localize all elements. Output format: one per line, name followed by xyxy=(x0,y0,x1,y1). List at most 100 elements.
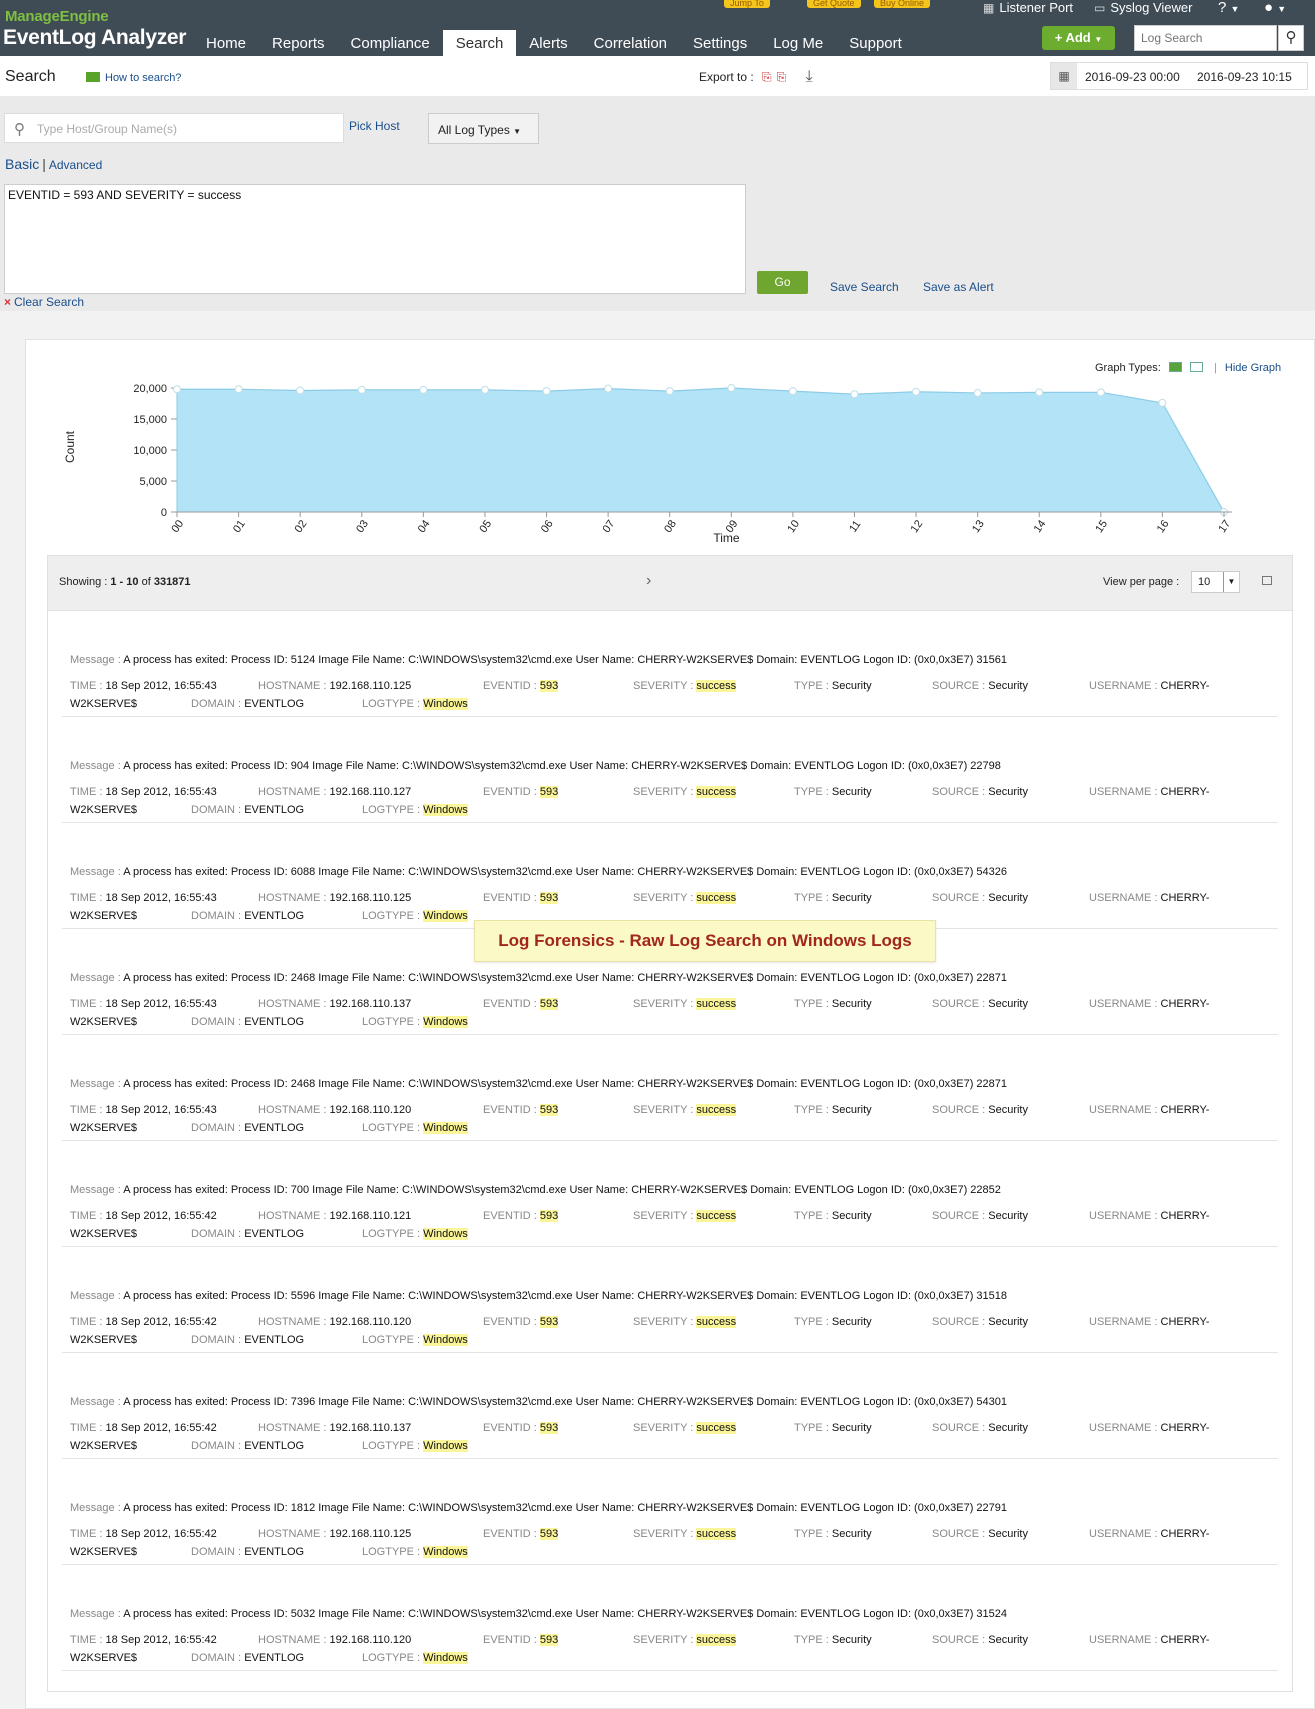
how-to-search-link[interactable]: How to search? xyxy=(86,72,181,84)
domain-field-label: DOMAIN : xyxy=(191,698,242,710)
hostname-field: HOSTNAME : 192.168.110.137 xyxy=(258,1422,411,1434)
domain-field-value: EVENTLOG xyxy=(244,1122,305,1134)
list-item[interactable]: Message : A process has exited: Process … xyxy=(62,611,1278,717)
nav-home[interactable]: Home xyxy=(193,30,259,56)
username-field-label: USERNAME : xyxy=(1089,1316,1158,1328)
syslog-viewer-link[interactable]: ▭ Syslog Viewer xyxy=(1094,0,1192,16)
add-label: + Add xyxy=(1054,30,1091,45)
nav-settings[interactable]: Settings xyxy=(680,30,760,56)
date-to: 2016-09-23 10:15 xyxy=(1197,70,1292,84)
nav-support[interactable]: Support xyxy=(836,30,915,56)
message-field: Message : A process has exited: Process … xyxy=(70,760,1001,772)
hostname-field-label: HOSTNAME : xyxy=(258,680,327,692)
pdf-icon[interactable]: ⎘ xyxy=(762,70,772,85)
list-item[interactable]: Message : A process has exited: Process … xyxy=(62,1247,1278,1353)
hostname-field-label: HOSTNAME : xyxy=(258,1316,327,1328)
list-item[interactable]: Message : A process has exited: Process … xyxy=(62,1353,1278,1459)
search-icon[interactable]: ⚲ xyxy=(1278,25,1304,51)
y-tick-label: 10,000 xyxy=(133,445,167,457)
severity-field-label: SEVERITY : xyxy=(633,892,694,904)
severity-field-label: SEVERITY : xyxy=(633,680,694,692)
download-icon[interactable]: ⤓ xyxy=(806,68,813,85)
tab-separator: | xyxy=(42,156,46,172)
y-tick-label: 20,000 xyxy=(133,383,167,395)
list-item[interactable]: Message : A process has exited: Process … xyxy=(62,1565,1278,1671)
eventid-field-value: 593 xyxy=(539,998,559,1010)
list-item[interactable]: Message : A process has exited: Process … xyxy=(62,1141,1278,1247)
source-field-label: SOURCE : xyxy=(932,1422,986,1434)
message-field-value: A process has exited: Process ID: 1812 I… xyxy=(123,1502,1008,1514)
logtype-field: LOGTYPE : Windows xyxy=(362,1016,468,1028)
x-tick-label: 14 xyxy=(1032,518,1049,535)
save-as-alert-link[interactable]: Save as Alert xyxy=(923,280,994,294)
calendar-icon[interactable]: ▦ xyxy=(1051,63,1077,89)
buy-online-button[interactable]: Buy Online xyxy=(874,0,931,8)
message-field-value: A process has exited: Process ID: 7396 I… xyxy=(123,1396,1008,1408)
severity-field-value: success xyxy=(696,1422,737,1434)
go-button[interactable]: Go xyxy=(757,271,808,294)
tab-basic[interactable]: Basic xyxy=(5,156,39,172)
line-chart-icon[interactable] xyxy=(1189,362,1203,372)
pick-host-link[interactable]: Pick Host xyxy=(349,119,400,133)
listener-port-link[interactable]: ▦ Listener Port xyxy=(983,0,1073,16)
data-point xyxy=(480,385,489,394)
nav-search[interactable]: Search xyxy=(442,30,517,56)
list-item[interactable]: Message : A process has exited: Process … xyxy=(62,1035,1278,1141)
nav-reports[interactable]: Reports xyxy=(259,30,338,56)
csv-icon[interactable]: ⎘ xyxy=(777,70,787,85)
area-chart-icon[interactable] xyxy=(1168,362,1182,372)
domain-field: DOMAIN : EVENTLOG xyxy=(191,1228,304,1240)
severity-field-label: SEVERITY : xyxy=(633,1104,694,1116)
nav-log-me[interactable]: Log Me xyxy=(760,30,836,56)
source-field: SOURCE : Security xyxy=(932,1634,1028,1646)
view-per-page-select[interactable]: 10 ▼ xyxy=(1191,571,1240,593)
date-range-picker[interactable]: ▦ 2016-09-23 00:00 2016-09-23 10:15 xyxy=(1050,62,1308,90)
username-cont-field-value: W2KSERVE$ xyxy=(70,1440,138,1452)
type-field: TYPE : Security xyxy=(794,1104,872,1116)
get-quote-button[interactable]: Get Quote xyxy=(807,0,861,8)
jump-to-button[interactable]: Jump To xyxy=(724,0,770,8)
message-field-value: A process has exited: Process ID: 6088 I… xyxy=(123,866,1008,878)
username-field-value: CHERRY- xyxy=(1160,1210,1210,1222)
source-field-label: SOURCE : xyxy=(932,786,986,798)
log-search-input[interactable] xyxy=(1134,25,1277,51)
username-field-label: USERNAME : xyxy=(1089,680,1158,692)
x-tick-label: 06 xyxy=(539,518,556,535)
log-types-dropdown[interactable]: All Log Types ▼ xyxy=(428,113,539,144)
y-axis-title: Count xyxy=(63,430,77,463)
message-field-value: A process has exited: Process ID: 700 Im… xyxy=(123,1184,1001,1196)
clear-search-link[interactable]: × Clear Search xyxy=(4,295,84,309)
nav-correlation[interactable]: Correlation xyxy=(581,30,680,56)
nav-compliance[interactable]: Compliance xyxy=(338,30,443,56)
user-avatar-icon: ● xyxy=(1264,0,1274,16)
domain-field-value: EVENTLOG xyxy=(244,910,305,922)
chevron-down-icon: ▼ xyxy=(513,127,522,136)
query-textarea[interactable]: EVENTID = 593 AND SEVERITY = success xyxy=(4,184,746,294)
severity-field-label: SEVERITY : xyxy=(633,1634,694,1646)
user-menu[interactable]: ● ▼ xyxy=(1264,0,1286,17)
hide-graph-link[interactable]: Hide Graph xyxy=(1225,362,1281,374)
username-field-value: CHERRY- xyxy=(1160,1634,1210,1646)
domain-field: DOMAIN : EVENTLOG xyxy=(191,1334,304,1346)
help-menu[interactable]: ? ▼ xyxy=(1218,0,1239,17)
nav-alerts[interactable]: Alerts xyxy=(516,30,580,56)
column-chooser-icon[interactable] xyxy=(1262,576,1272,585)
severity-field: SEVERITY : success xyxy=(633,998,737,1010)
search-mode-tabs: Basic | Advanced xyxy=(5,156,102,172)
top-header: ManageEngine EventLog Analyzer Jump To G… xyxy=(0,0,1315,56)
type-field-value: Security xyxy=(831,680,872,692)
tab-advanced[interactable]: Advanced xyxy=(49,158,102,172)
severity-field-label: SEVERITY : xyxy=(633,1316,694,1328)
eventid-field: EVENTID : 593 xyxy=(483,1316,559,1328)
list-item[interactable]: Message : A process has exited: Process … xyxy=(62,1459,1278,1565)
list-item[interactable]: Message : A process has exited: Process … xyxy=(62,717,1278,823)
brand-product[interactable]: EventLog Analyzer xyxy=(3,26,186,50)
username-cont-field-value: W2KSERVE$ xyxy=(70,1228,138,1240)
domain-field: DOMAIN : EVENTLOG xyxy=(191,1546,304,1558)
host-input[interactable]: ⚲ Type Host/Group Name(s) xyxy=(4,113,344,143)
add-button[interactable]: + Add ▼ xyxy=(1042,26,1115,50)
list-item[interactable]: Message : A process has exited: Process … xyxy=(62,823,1278,929)
search-icon: ⚲ xyxy=(14,121,25,138)
save-search-link[interactable]: Save Search xyxy=(830,280,899,294)
next-page-icon[interactable]: › xyxy=(646,572,651,590)
